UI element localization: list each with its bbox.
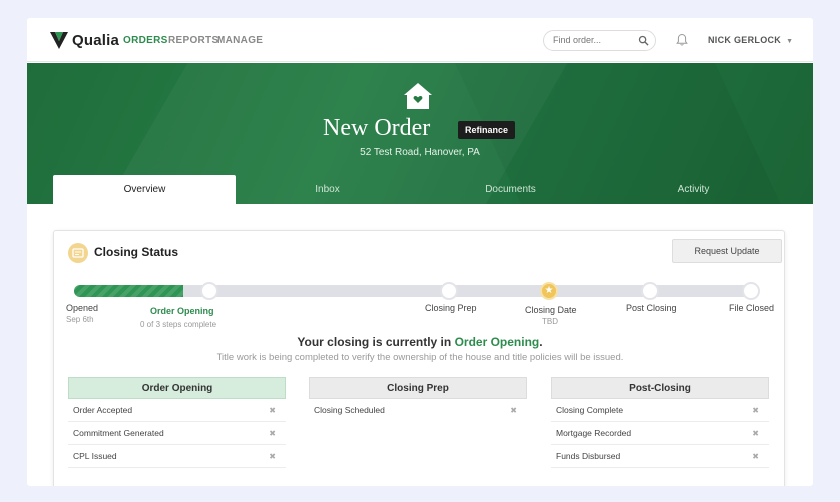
brand-name: Qualia [72, 31, 120, 49]
close-icon[interactable]: ✖ [752, 399, 759, 422]
step-progress-order-opening: 0 of 3 steps complete [140, 320, 217, 329]
tab-inbox[interactable]: Inbox [236, 175, 419, 204]
checklist-item[interactable]: Commitment Generated ✖ [68, 422, 286, 445]
checklist-item[interactable]: Funds Disbursed ✖ [551, 445, 769, 468]
top-nav: Qualia ORDERS REPORTS MANAGE NICK GERLOC… [27, 18, 813, 62]
checklist-item-label: Funds Disbursed [556, 451, 621, 461]
chevron-down-icon: ▼ [786, 38, 794, 45]
order-hero: New Order Refinance 52 Test Road, Hanove… [27, 63, 813, 204]
stage-column-header: Post-Closing [551, 377, 769, 399]
status-description: Title work is being completed to verify … [216, 352, 624, 363]
stage-column-closing-prep: Closing Prep Closing Scheduled ✖ [309, 377, 527, 422]
qualia-logo-icon [50, 32, 68, 49]
checklist-item[interactable]: Closing Complete ✖ [551, 399, 769, 422]
step-node-post-closing [641, 282, 659, 300]
step-label-closing-prep: Closing Prep [425, 303, 477, 313]
close-icon[interactable]: ✖ [752, 445, 759, 468]
status-message: Your closing is currently in Order Openi… [54, 335, 786, 349]
status-message-prefix: Your closing is currently in [297, 335, 452, 349]
user-menu[interactable]: NICK GERLOCK ▼ [708, 35, 793, 45]
step-date-closing-date: TBD [542, 317, 558, 326]
search-box [543, 30, 656, 51]
checklist-item-label: Closing Scheduled [314, 405, 385, 415]
closing-status-icon [68, 243, 88, 263]
checklist-item-label: CPL Issued [73, 451, 117, 461]
checklist-item-label: Commitment Generated [73, 428, 164, 438]
page-title: New Order [323, 115, 431, 141]
checklist-item-label: Mortgage Recorded [556, 428, 632, 438]
step-label-file-closed: File Closed [729, 303, 775, 313]
search-input[interactable] [553, 35, 633, 45]
progress-stripes [74, 285, 183, 297]
step-label-closing-date: Closing Date [525, 305, 577, 315]
status-message-stage: Order Opening [454, 335, 540, 349]
status-message-suffix: . [539, 335, 543, 349]
request-update-button[interactable]: Request Update [672, 239, 782, 263]
order-type-badge: Refinance [458, 121, 516, 139]
step-label-order-opening: Order Opening [150, 306, 214, 316]
order-tabs: Overview Inbox Documents Activity [27, 175, 813, 204]
step-node-order-opening [200, 282, 218, 300]
property-address: 52 Test Road, Hanover, PA [360, 147, 480, 158]
star-icon: ★ [544, 285, 554, 296]
user-name: NICK GERLOCK [708, 35, 782, 45]
close-icon[interactable]: ✖ [269, 445, 276, 468]
checklist-item-label: Order Accepted [73, 405, 133, 415]
card-title: Closing Status [94, 245, 179, 259]
nav-reports[interactable]: REPORTS [168, 35, 218, 46]
house-icon [404, 83, 432, 109]
stage-column-post-closing: Post-Closing Closing Complete ✖ Mortgage … [551, 377, 769, 468]
tab-documents[interactable]: Documents [419, 175, 602, 204]
stage-column-header: Closing Prep [309, 377, 527, 399]
tab-activity[interactable]: Activity [602, 175, 785, 204]
stage-column-order-opening: Order Opening Order Accepted ✖ Commitment… [68, 377, 286, 468]
checklist-item-label: Closing Complete [556, 405, 624, 415]
close-icon[interactable]: ✖ [752, 422, 759, 445]
stage-column-header: Order Opening [68, 377, 286, 399]
checklist-item[interactable]: Closing Scheduled ✖ [309, 399, 527, 422]
tab-overview[interactable]: Overview [53, 175, 236, 204]
step-label-post-closing: Post Closing [626, 303, 677, 313]
nav-manage[interactable]: MANAGE [217, 35, 263, 46]
step-node-closing-date: ★ [540, 282, 558, 300]
step-node-file-closed [742, 282, 760, 300]
close-icon[interactable]: ✖ [269, 399, 276, 422]
step-label-opened: Opened [66, 303, 99, 313]
bell-icon[interactable] [675, 33, 689, 47]
brand-logo[interactable]: Qualia [49, 30, 119, 50]
step-node-closing-prep [440, 282, 458, 300]
search-icon[interactable] [638, 35, 649, 46]
checklist-item[interactable]: CPL Issued ✖ [68, 445, 286, 468]
closing-status-card: Closing Status Request Update ★ Opened S… [53, 230, 785, 486]
step-date-opened: Sep 6th [66, 315, 94, 324]
nav-orders[interactable]: ORDERS [123, 35, 168, 46]
app-window: Qualia ORDERS REPORTS MANAGE NICK GERLOC… [27, 18, 813, 486]
close-icon[interactable]: ✖ [269, 422, 276, 445]
checklist-item[interactable]: Mortgage Recorded ✖ [551, 422, 769, 445]
checklist-item[interactable]: Order Accepted ✖ [68, 399, 286, 422]
close-icon[interactable]: ✖ [510, 399, 517, 422]
